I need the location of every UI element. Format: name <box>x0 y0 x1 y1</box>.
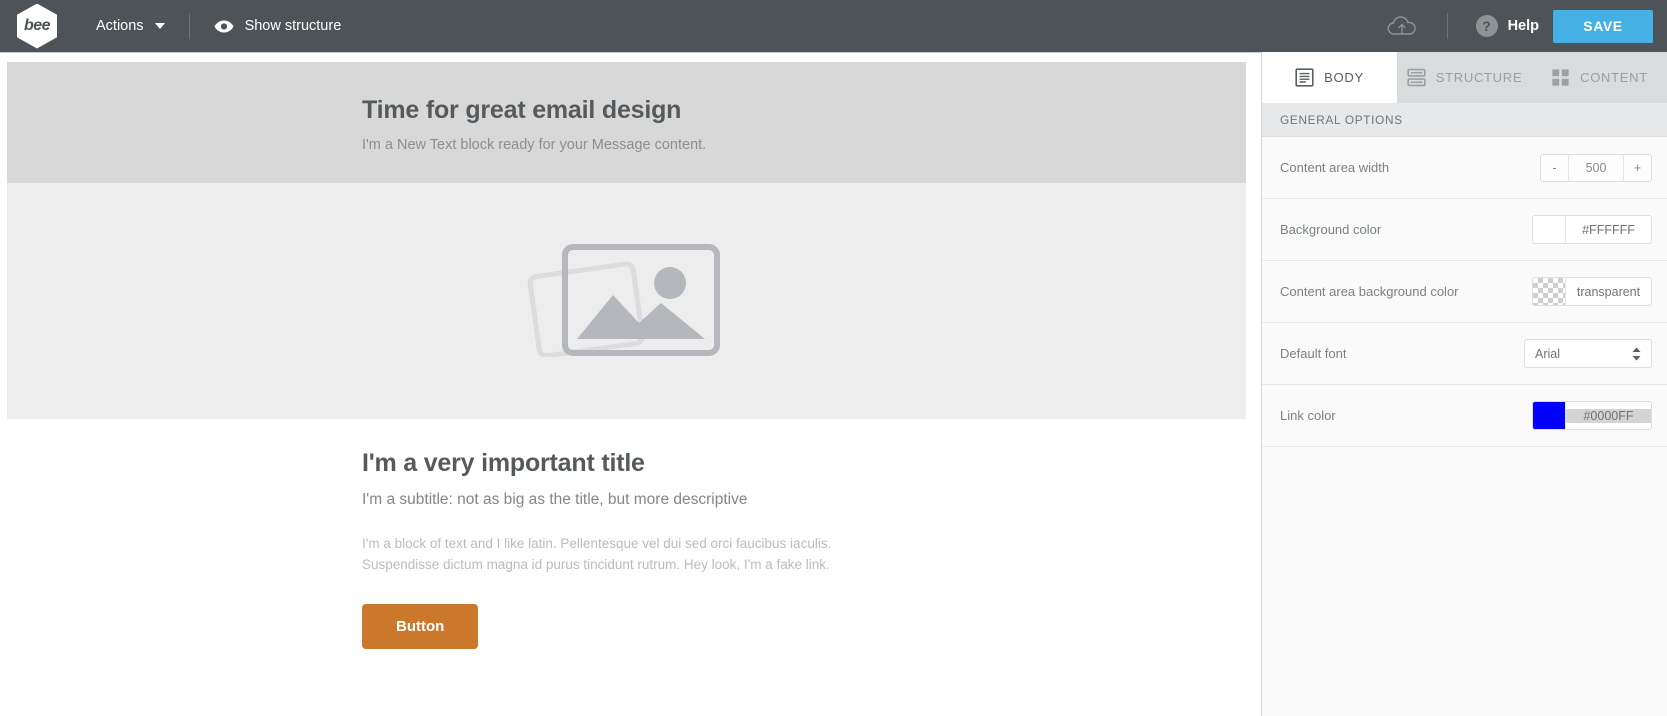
show-structure-toggle[interactable]: Show structure <box>204 0 352 52</box>
content-area-width-control: - 500 + <box>1540 153 1652 182</box>
background-color-control: #FFFFFF <box>1532 215 1652 244</box>
tab-body-label: BODY <box>1324 69 1364 85</box>
content-area-width-value[interactable]: 500 <box>1569 154 1623 181</box>
tab-structure[interactable]: STRUCTURE <box>1397 52 1532 103</box>
image-placeholder-block[interactable] <box>7 213 1246 383</box>
link-color-label: Link color <box>1280 408 1336 423</box>
logo-text: bee <box>23 17 51 34</box>
decrement-button[interactable]: - <box>1541 154 1569 181</box>
help-label: Help <box>1507 18 1539 34</box>
content-area-background-color-field[interactable]: transparent <box>1532 277 1652 306</box>
actions-label: Actions <box>96 18 144 34</box>
eye-icon <box>214 20 234 33</box>
question-mark-icon: ? <box>1475 15 1498 37</box>
grid-icon <box>1552 68 1569 86</box>
option-row-link-color: Link color #0000FF <box>1262 385 1667 447</box>
email-row-header[interactable]: Time for great email design I'm a New Te… <box>7 62 1246 183</box>
row-text-column: I'm a very important title I'm a subtitl… <box>362 449 892 649</box>
app-logo[interactable]: bee <box>8 0 66 52</box>
chevron-down-icon <box>154 23 165 29</box>
cloud-upload-button[interactable] <box>1371 15 1433 37</box>
content-area-width-label: Content area width <box>1280 160 1390 175</box>
background-color-field[interactable]: #FFFFFF <box>1532 215 1652 244</box>
email-row-image[interactable] <box>7 183 1246 419</box>
tab-structure-label: STRUCTURE <box>1435 69 1523 85</box>
tab-body[interactable]: BODY <box>1262 52 1397 103</box>
default-font-value: Arial <box>1535 346 1561 361</box>
content-area-background-color-label: Content area background color <box>1280 284 1459 299</box>
document-icon <box>1295 67 1314 87</box>
top-toolbar: bee Actions Show structure ? Help SAVE <box>0 0 1667 52</box>
email-row-text[interactable]: I'm a very important title I'm a subtitl… <box>7 419 1246 649</box>
content-paragraph[interactable]: I'm a block of text and I like latin. Pe… <box>362 534 840 576</box>
toolbar-divider <box>188 13 190 39</box>
content-area-width-stepper: - 500 + <box>1540 153 1652 182</box>
canvas-content-area: Time for great email design I'm a New Te… <box>7 62 1246 649</box>
email-heading[interactable]: Time for great email design <box>362 96 892 125</box>
link-color-value[interactable]: #0000FF <box>1566 408 1651 423</box>
link-color-field[interactable]: #0000FF <box>1532 401 1652 430</box>
background-color-label: Background color <box>1280 222 1382 237</box>
rows-icon <box>1407 68 1426 86</box>
bee-hexagon-icon: bee <box>17 3 57 49</box>
option-row-default-font: Default font Arial <box>1262 323 1667 385</box>
background-color-swatch[interactable] <box>1533 216 1566 243</box>
content-title[interactable]: I'm a very important title <box>362 449 892 478</box>
default-font-control: Arial <box>1524 339 1652 368</box>
settings-panel: BODY STRUCTURE CONTENT GENERAL OPTIONS C… <box>1261 52 1667 716</box>
toolbar-right-group: ? Help SAVE <box>1371 0 1667 52</box>
option-row-content-area-background-color: Content area background color transparen… <box>1262 261 1667 323</box>
toolbar-divider-2 <box>1446 13 1448 39</box>
help-button[interactable]: ? Help <box>1462 15 1553 37</box>
row-header-column: Time for great email design I'm a New Te… <box>362 96 892 153</box>
increment-button[interactable]: + <box>1623 154 1651 181</box>
transparent-swatch-icon[interactable] <box>1533 278 1566 305</box>
panel-tabs: BODY STRUCTURE CONTENT <box>1262 52 1667 103</box>
image-placeholder-icon <box>527 244 720 357</box>
option-row-content-area-width: Content area width - 500 + <box>1262 137 1667 199</box>
content-subtitle[interactable]: I'm a subtitle: not as big as the title,… <box>362 491 892 509</box>
up-down-arrows-icon <box>1631 346 1642 362</box>
option-row-background-color: Background color #FFFFFF <box>1262 199 1667 261</box>
email-subtext[interactable]: I'm a New Text block ready for your Mess… <box>362 137 892 153</box>
link-color-swatch[interactable] <box>1533 402 1566 429</box>
email-canvas[interactable]: Time for great email design I'm a New Te… <box>0 52 1261 716</box>
show-structure-label: Show structure <box>244 18 342 34</box>
section-header-general-options: GENERAL OPTIONS <box>1262 103 1667 137</box>
content-area-background-color-value[interactable]: transparent <box>1566 285 1651 299</box>
default-font-label: Default font <box>1280 346 1347 361</box>
content-area-background-color-control: transparent <box>1532 277 1652 306</box>
actions-menu-button[interactable]: Actions <box>86 0 175 52</box>
save-button[interactable]: SAVE <box>1553 9 1653 43</box>
background-color-value[interactable]: #FFFFFF <box>1566 223 1651 237</box>
tab-content[interactable]: CONTENT <box>1532 52 1667 103</box>
link-color-control: #0000FF <box>1532 401 1652 430</box>
tab-content-label: CONTENT <box>1580 69 1648 85</box>
content-cta-button[interactable]: Button <box>362 603 479 649</box>
default-font-select[interactable]: Arial <box>1524 339 1652 368</box>
